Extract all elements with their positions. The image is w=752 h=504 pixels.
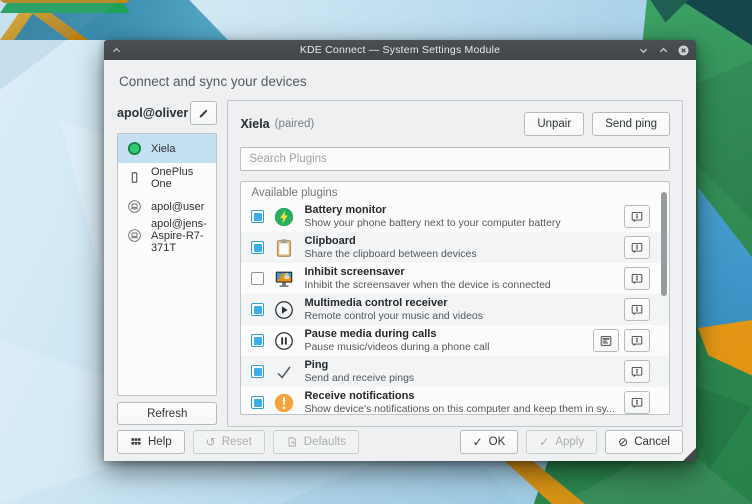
plugin-rows: Battery monitor Show your phone battery … [241,201,669,415]
desktop-wallpaper: KDE Connect — System Settings Module Con… [0,0,752,504]
plugin-description: Send and receive pings [304,372,615,385]
play-icon [273,299,295,321]
plugin-description: Remote control your music and videos [304,310,615,323]
plugin-checkbox[interactable] [251,365,264,378]
device-list-item[interactable]: Xiela [118,134,216,163]
check-icon: ✓ [473,436,483,448]
page-title: Connect and sync your devices [119,74,681,89]
pencil-icon [197,107,210,120]
info-icon [630,210,644,224]
send-ping-button[interactable]: Send ping [592,112,670,136]
pause-icon [273,330,295,352]
info-icon [630,396,644,410]
screensaver-icon [273,268,295,290]
laptop-icon [127,228,142,243]
info-icon [630,272,644,286]
plugin-checkbox[interactable] [251,303,264,316]
dialog-footer: Help ↺ Reset Defaults ✓ [117,430,683,454]
plugin-checkbox[interactable] [251,334,264,347]
plugin-checkbox[interactable] [251,241,264,254]
cancel-icon: ⊘ [618,436,628,448]
plugin-about-button[interactable] [624,236,650,259]
account-name: apol@oliver [117,106,188,120]
minimize-icon[interactable] [637,44,649,56]
plugin-about-button[interactable] [624,360,650,383]
device-pair-status: (paired) [275,118,525,130]
help-icon [130,436,142,448]
plugin-name: Battery monitor [304,204,615,217]
plugin-name: Ping [304,359,615,372]
plugin-list-header: Available plugins [241,182,669,201]
plugin-row[interactable]: Multimedia control receiver Remote contr… [241,294,669,325]
search-plugins-input[interactable] [240,147,670,171]
ping-icon [273,361,295,383]
plugin-description: Inhibit the screensaver when the device … [304,279,615,292]
plugin-description: Show device's notifications on this comp… [304,403,615,415]
defaults-button[interactable]: Defaults [273,430,359,454]
plugin-row[interactable]: Battery monitor Show your phone battery … [241,201,669,232]
plugin-name: Clipboard [304,235,615,248]
kde-connect-window: KDE Connect — System Settings Module Con… [104,40,696,461]
info-icon [630,241,644,255]
plugin-description: Pause music/videos during a phone call [304,341,584,354]
clipboard-icon [273,237,295,259]
phone-connected-icon [127,141,142,156]
device-panel: Xiela (paired) Unpair Send ping Availabl… [227,100,683,427]
cancel-button[interactable]: ⊘ Cancel [605,430,683,454]
close-icon[interactable] [677,44,689,56]
resize-grip[interactable] [683,448,696,461]
titlebar[interactable]: KDE Connect — System Settings Module [104,40,696,60]
window-body: Connect and sync your devices apol@olive… [104,60,696,461]
plugin-row[interactable]: Clipboard Share the clipboard between de… [241,232,669,263]
laptop-icon [127,199,142,214]
plugin-row[interactable]: Pause media during calls Pause music/vid… [241,325,669,356]
plugin-name: Multimedia control receiver [304,297,615,310]
refresh-button[interactable]: Refresh [117,402,217,425]
window-title: KDE Connect — System Settings Module [104,44,696,56]
plugin-checkbox[interactable] [251,210,264,223]
plugin-row[interactable]: Inhibit screensaver Inhibit the screensa… [241,263,669,294]
plugin-about-button[interactable] [624,391,650,414]
maximize-icon[interactable] [657,44,669,56]
info-icon [630,303,644,317]
plugin-about-button[interactable] [624,267,650,290]
apply-button[interactable]: ✓ Apply [526,430,597,454]
check-icon: ✓ [539,436,549,448]
help-button[interactable]: Help [117,430,185,454]
plugin-name: Inhibit screensaver [304,266,615,279]
info-icon [630,334,644,348]
plugin-list: Available plugins Battery monitor Show y… [240,181,670,415]
plugin-name: Pause media during calls [304,328,584,341]
rename-device-button[interactable] [190,101,217,125]
smartphone-icon [127,170,142,185]
plugin-about-button[interactable] [624,298,650,321]
device-list-item[interactable]: apol@jens-Aspire-R7-371T [118,221,216,250]
plugin-configure-button[interactable] [593,329,619,352]
info-icon [630,365,644,379]
ok-button[interactable]: ✓ OK [460,430,519,454]
plugin-row[interactable]: Receive notifications Show device's noti… [241,387,669,415]
defaults-icon [286,436,298,448]
device-list: Xiela OnePlus One apol@user apol@jens-As… [117,133,217,396]
reset-button[interactable]: ↺ Reset [193,430,265,454]
keep-above-icon[interactable] [110,44,122,56]
plugin-description: Show your phone battery next to your com… [304,217,615,230]
battery-monitor-icon [273,206,295,228]
plugin-checkbox[interactable] [251,272,264,285]
plugin-about-button[interactable] [624,329,650,352]
device-list-item[interactable]: OnePlus One [118,163,216,192]
scrollbar-thumb[interactable] [661,192,667,296]
unpair-button[interactable]: Unpair [524,112,584,136]
plugin-row[interactable]: Ping Send and receive pings [241,356,669,387]
plugin-about-button[interactable] [624,205,650,228]
notification-icon [273,392,295,414]
plugin-name: Receive notifications [304,390,615,403]
device-sidebar: apol@oliver Xiela OnePlus One apol@user … [117,100,217,427]
undo-icon: ↺ [206,436,216,448]
plugin-checkbox[interactable] [251,396,264,409]
device-name: Xiela [240,117,269,131]
configure-icon [599,334,613,348]
plugin-description: Share the clipboard between devices [304,248,615,261]
